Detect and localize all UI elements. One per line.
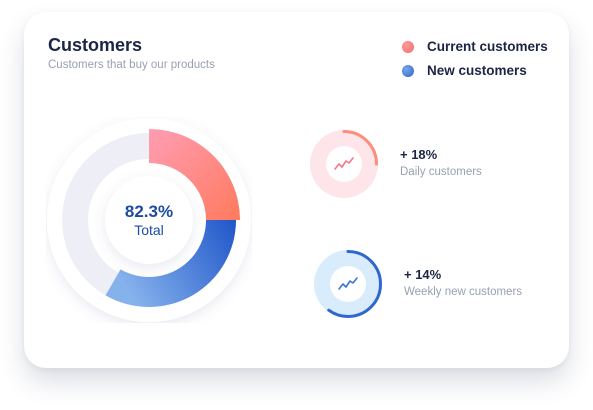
customers-card: Customers Customers that buy our product…	[24, 12, 569, 368]
legend-label-current: Current customers	[427, 39, 548, 54]
weekly-customers-ring	[312, 248, 384, 320]
customers-donut-chart: 82.3% Total	[46, 117, 252, 323]
legend-dot-new	[402, 64, 414, 77]
legend-dot-current	[402, 40, 414, 53]
daily-customers-label: Daily customers	[400, 166, 482, 178]
card-subtitle: Customers that buy our products	[48, 59, 215, 71]
weekly-customers-label: Weekly new customers	[404, 286, 523, 298]
legend-label-new: New customers	[427, 63, 527, 78]
donut-value: 82.3%	[124, 201, 174, 221]
daily-customers-value: + 18%	[400, 147, 438, 162]
card-title: Customers	[48, 35, 143, 55]
legend-item-current[interactable]: Current customers	[402, 39, 548, 54]
legend-item-new[interactable]: New customers	[402, 63, 527, 78]
weekly-customers-value: + 14%	[404, 267, 442, 282]
donut-center: 82.3% Total	[106, 177, 192, 263]
donut-label: Total	[134, 221, 164, 238]
daily-customers-ring	[308, 128, 380, 200]
